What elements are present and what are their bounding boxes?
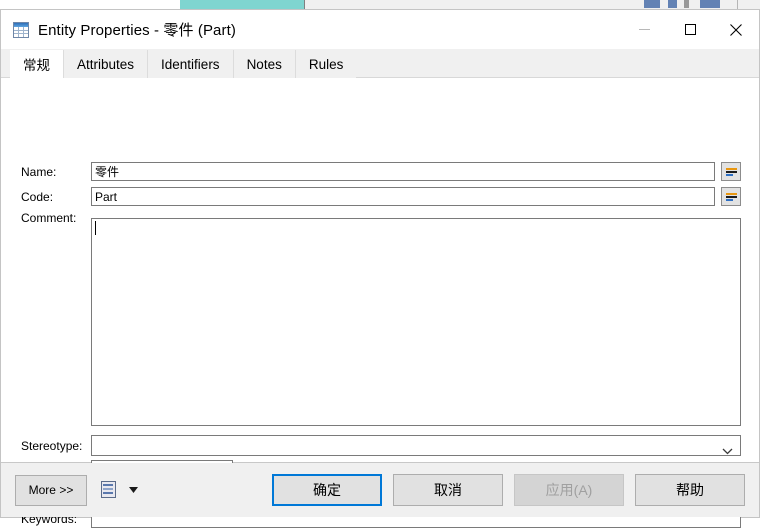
minimize-button[interactable] (621, 10, 667, 49)
dialog-title: Entity Properties - 零件 (Part) (38, 22, 236, 39)
field-row-code: Code: (21, 187, 741, 206)
apply-button: 应用(A) (514, 474, 624, 506)
background-left-pane (0, 0, 181, 9)
background-toolbar-icon (684, 0, 689, 8)
maximize-button[interactable] (667, 10, 713, 49)
tab-identifiers[interactable]: Identifiers (147, 50, 233, 78)
comment-field-wrapper (91, 218, 741, 426)
text-caret (95, 221, 96, 235)
more-button[interactable]: More >> (15, 474, 87, 506)
background-toolbar-icon (700, 0, 720, 8)
background-application-strip (0, 0, 760, 9)
window-controls (621, 10, 759, 49)
cancel-button[interactable]: 取消 (393, 474, 503, 506)
maximize-icon (684, 24, 696, 35)
tab-rules-label: Rules (308, 56, 344, 72)
stereotype-combobox[interactable] (91, 435, 741, 456)
name-input[interactable] (91, 162, 715, 181)
code-label: Code: (21, 189, 54, 204)
name-label: Name: (21, 164, 57, 179)
dialog-titlebar: Entity Properties - 零件 (Part) (1, 10, 759, 49)
help-button[interactable]: 帮助 (635, 474, 745, 506)
tab-notes-label: Notes (246, 56, 282, 72)
dialog-footer: More >> 确定 取消 应用(A) 帮助 (1, 463, 759, 517)
entity-properties-dialog: Entity Properties - 零件 (Part) 常规 Attribu… (0, 9, 760, 528)
tab-attributes[interactable]: Attributes (63, 50, 148, 78)
tab-general[interactable]: 常规 (10, 50, 63, 79)
tab-identifiers-label: Identifiers (161, 56, 220, 72)
help-button-label: 帮助 (676, 482, 704, 498)
tab-general-label: 常规 (23, 58, 50, 73)
stereotype-label: Stereotype: (21, 438, 83, 453)
background-toolbar-icon (644, 0, 660, 8)
code-input[interactable] (91, 187, 715, 206)
close-button[interactable] (713, 10, 759, 49)
report-dropdown-button[interactable] (126, 481, 140, 500)
tab-notes[interactable]: Notes (232, 50, 295, 78)
tab-rules[interactable]: Rules (294, 50, 357, 78)
apply-button-label: 应用(A) (545, 482, 593, 498)
cancel-button-label: 取消 (434, 482, 462, 498)
dialog-action-buttons: 确定 取消 应用(A) 帮助 (272, 474, 745, 506)
field-row-name: Name: (21, 162, 741, 181)
close-icon (730, 23, 742, 36)
ok-button[interactable]: 确定 (272, 474, 382, 506)
field-row-stereotype: Stereotype: (21, 435, 741, 456)
tab-strip: 常规 Attributes Identifiers Notes Rules (1, 49, 759, 79)
chevron-down-icon (128, 487, 138, 493)
general-tab-panel: Name: Code: Comment: Stereotype: (1, 78, 759, 528)
entity-table-icon (13, 21, 29, 38)
field-row-comment-label: Comment: (21, 211, 91, 225)
comment-label: Comment: (21, 211, 77, 225)
code-equals-button[interactable] (721, 187, 741, 206)
background-toolbar-icon (668, 0, 677, 8)
minimize-icon (638, 29, 650, 30)
comment-textarea[interactable] (91, 218, 741, 426)
tab-attributes-label: Attributes (77, 56, 135, 72)
name-equals-button[interactable] (721, 162, 741, 181)
report-icon[interactable] (101, 480, 120, 500)
chevron-down-icon (722, 444, 733, 458)
ok-button-label: 确定 (313, 482, 341, 498)
background-canvas-accent (180, 0, 305, 9)
more-button-label: More >> (28, 483, 74, 497)
background-toolbar-divider (737, 0, 738, 9)
